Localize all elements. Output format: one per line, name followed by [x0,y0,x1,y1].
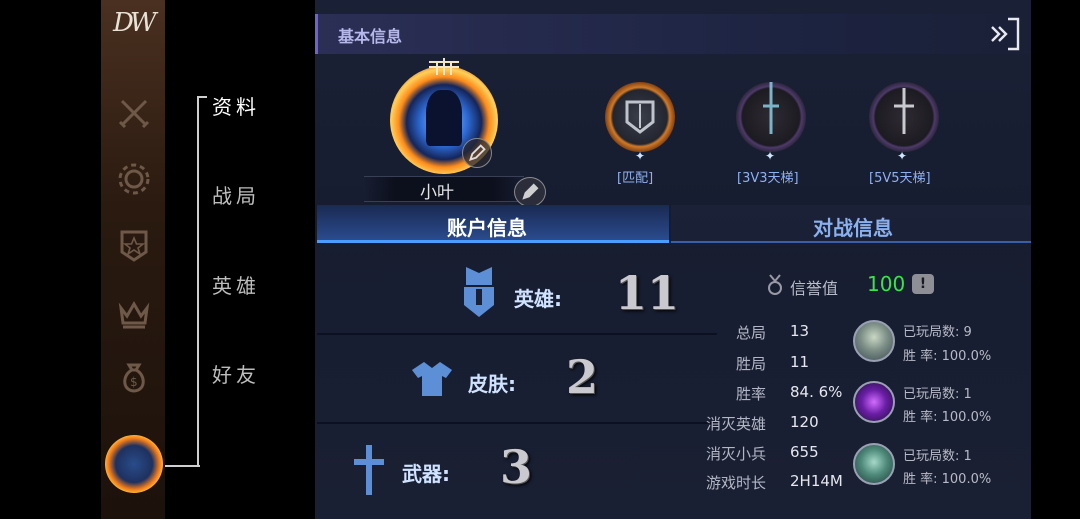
panel-header: 基本信息 [315,14,1031,54]
sword-icon [763,76,779,134]
hero-winrate: 胜 率: 100.0% [903,472,992,487]
hero-winrate: 胜 率: 100.0% [903,410,992,425]
detail-winrate-label: 胜率 [735,385,766,403]
detail-minions-value: 655 [790,443,819,461]
detail-kills-label: 消灭英雄 [705,415,766,433]
stat-heroes-value: 11 [615,266,680,320]
helmet-icon [464,267,494,317]
rank-label-match: [匹配] [617,171,654,186]
menu-item-heroes[interactable]: 英雄 [212,270,260,299]
menu-item-profile[interactable]: 资料 [212,91,260,120]
avatar-crest-icon [429,58,459,75]
rank-badge-match[interactable] [605,82,675,152]
rank-badge-5v5[interactable] [869,82,939,152]
pencil-icon [468,144,486,162]
tab-account-info-label: 账户信息 [447,216,527,240]
avatar-edit-button[interactable] [462,138,492,168]
crossed-swords-icon[interactable] [117,96,151,130]
detail-playtime-value: 2H14M [790,472,843,490]
hero-avatar[interactable] [853,381,895,423]
shield-icon [625,100,655,134]
rank-badge-3v3[interactable] [736,76,806,152]
menu-item-battles[interactable]: 战局 [212,180,260,209]
detail-total-label: 总局 [735,324,766,342]
sidebar-avatar[interactable] [105,435,163,493]
game-profile-screen: DW $ 资料 战局 英雄 好友 基本信息 小叶 ✦ [匹配] ✦ [3V3天梯… [0,0,1080,519]
menu-item-friends[interactable]: 好友 [212,359,260,388]
hero-played-count: 已玩局数: 1 [903,449,972,464]
stat-weapons-value: 3 [500,440,533,494]
star-shield-icon[interactable] [117,228,151,262]
exit-icon [991,17,1020,51]
menu-bracket-top [197,96,207,98]
name-edit-button[interactable] [514,177,546,207]
app-logo: DW [113,8,157,38]
stat-weapons-label: 武器: [402,462,450,486]
row-divider [317,333,717,335]
detail-total-value: 13 [790,322,810,340]
detail-wins-value: 11 [790,353,810,371]
tab-battle-info[interactable]: 对战信息 [671,205,1031,243]
exit-button[interactable] [988,16,1022,52]
tab-battle-info-label: 对战信息 [813,216,893,240]
hero-avatar[interactable] [853,443,895,485]
rank-label-3v3: [3V3天梯] [737,171,799,186]
honor-label: 信誉值 [790,279,839,298]
player-name: 小叶 [420,183,454,203]
pencil-icon [522,183,539,200]
tab-account-info[interactable]: 账户信息 [317,205,669,243]
rank-star-5v5: ✦ [897,149,908,163]
detail-playtime-label: 游戏时长 [705,474,766,492]
detail-wins-label: 胜局 [735,355,766,373]
stat-heroes-label: 英雄: [514,287,562,311]
sword-icon [894,88,914,134]
hero-avatar[interactable] [853,320,895,362]
avatar-figure [426,90,462,146]
menu-bracket-bottom [165,465,200,467]
panel-title: 基本信息 [338,27,403,46]
rank-star-match: ✦ [635,149,646,163]
dagger-icon [354,445,384,495]
menu-bracket [197,96,201,466]
hero-played-count: 已玩局数: 9 [903,325,972,340]
row-divider [317,422,717,424]
stat-skins-value: 2 [566,350,599,404]
detail-kills-value: 120 [790,413,819,431]
crown-icon[interactable] [117,296,151,330]
medal-icon [768,274,782,295]
hero-played-count: 已玩局数: 1 [903,387,972,402]
honor-value: 100 [867,272,906,296]
gear-icon[interactable] [117,162,151,196]
svg-text:$: $ [130,375,138,389]
hero-winrate: 胜 率: 100.0% [903,349,992,364]
shirt-icon [412,362,452,396]
rank-label-5v5: [5V5天梯] [869,171,931,186]
honor-info-button[interactable]: ! [912,274,934,294]
detail-minions-label: 消灭小兵 [705,445,766,463]
money-bag-icon[interactable]: $ [117,360,151,394]
detail-winrate-value: 84. 6% [790,383,843,401]
rank-star-3v3: ✦ [765,149,776,163]
stat-skins-label: 皮肤: [468,372,516,396]
